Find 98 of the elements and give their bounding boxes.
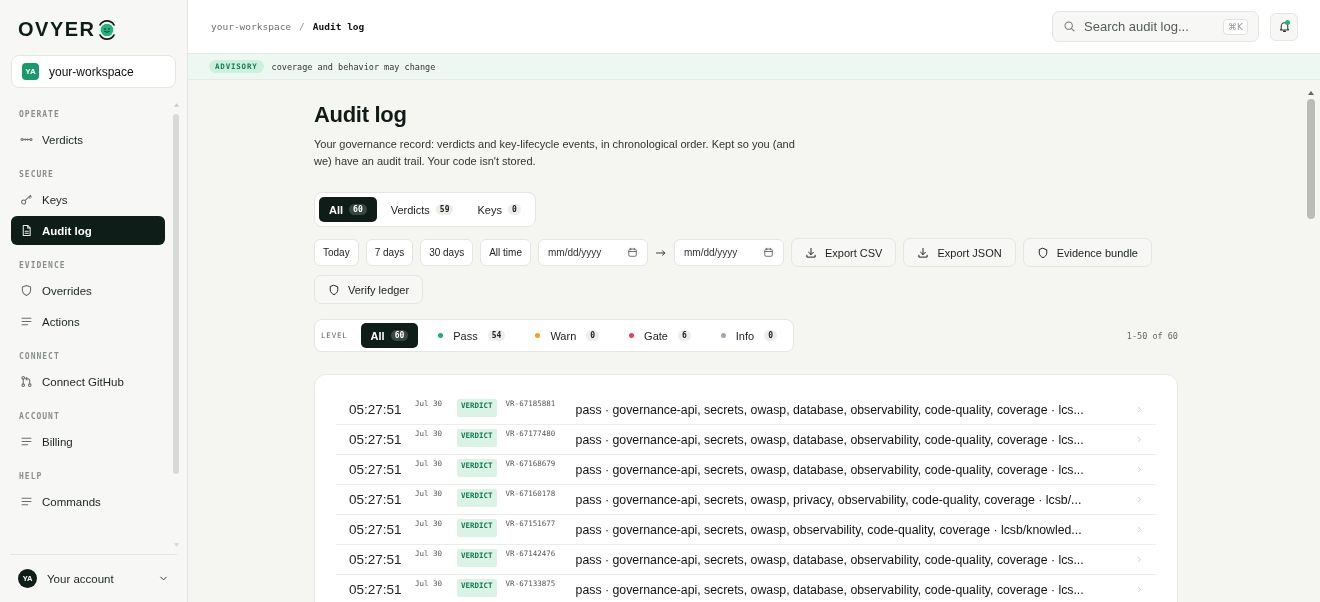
- time-text: 05:27:51: [349, 432, 403, 447]
- summary-text: pass · governance-api, secrets, owasp, observability, code-quality, coverage · lcsb/knowled...: [575, 523, 1083, 537]
- calendar-icon: [763, 247, 774, 258]
- action-button[interactable]: Verify ledger: [314, 275, 424, 304]
- chevron-right-icon: [1135, 435, 1144, 444]
- chevron-right-icon: [1135, 525, 1144, 534]
- scroll-up-icon: [1307, 90, 1315, 96]
- advisory-text: coverage and behavior may change: [271, 61, 436, 72]
- page-title: Audit log: [314, 102, 408, 128]
- level-tab[interactable]: All 60: [360, 323, 419, 348]
- scrollbar-thumb[interactable]: [173, 114, 179, 474]
- nav-item[interactable]: Keys: [11, 185, 165, 214]
- time-text: 05:27:51: [349, 582, 403, 597]
- download-icon: [805, 246, 817, 259]
- count-badge: 60: [390, 330, 409, 341]
- breadcrumb-link[interactable]: your-workspace: [211, 21, 292, 32]
- summary-text: pass · governance-api, secrets, owasp, database, observability, code-quality, coverage · lcs...: [575, 433, 1085, 447]
- chevron-right-icon: [1135, 555, 1144, 564]
- scroll-down-icon: [172, 542, 180, 548]
- count-badge: 0: [586, 330, 600, 341]
- summary-text: pass · governance-api, secrets, owasp, database, observability, code-quality, coverage · lcs...: [575, 553, 1085, 567]
- count-badge: 59: [435, 204, 454, 215]
- date-input[interactable]: mm/dd/yyyy: [684, 247, 753, 258]
- section-label: SECURE: [18, 169, 55, 181]
- workspace-switcher[interactable]: YA your-workspace: [11, 55, 176, 88]
- section-label: ACCOUNT: [18, 411, 61, 423]
- count-badge: 0: [764, 330, 777, 341]
- shield-icon: [1036, 246, 1049, 259]
- logo[interactable]: OVYER: [0, 0, 187, 55]
- bell-icon: [1277, 20, 1291, 33]
- time-text: 05:27:51: [349, 552, 403, 567]
- menu-lines-icon: [20, 435, 33, 448]
- time-text: 05:27:51: [349, 522, 403, 537]
- document-icon: [20, 224, 33, 237]
- key-icon: [20, 193, 33, 206]
- calendar-icon: [627, 247, 638, 258]
- section-label: OPERATE: [18, 109, 61, 121]
- count-badge: 54: [487, 330, 506, 341]
- shield-icon: [328, 283, 340, 296]
- workspace-avatar: YA: [22, 63, 39, 80]
- level-tab[interactable]: Gate 6: [619, 323, 701, 348]
- date-input[interactable]: mm/dd/yyyy: [548, 247, 617, 258]
- nav-item[interactable]: Verdicts: [11, 125, 165, 154]
- nav-item[interactable]: Connect GitHub: [11, 367, 165, 396]
- menu-lines-icon: [20, 495, 33, 508]
- range-button[interactable]: Today: [314, 239, 359, 266]
- chevron-right-icon: [1135, 465, 1144, 474]
- action-button[interactable]: Export JSON: [903, 238, 1016, 267]
- logo-text: OVYER: [18, 18, 96, 41]
- section-label: CONNECT: [18, 351, 61, 363]
- branch-merge-icon: [20, 375, 33, 388]
- breadcrumb-current: Audit log: [312, 21, 365, 32]
- nav-item[interactable]: Commands: [11, 487, 165, 516]
- level-tab[interactable]: Warn 0: [525, 323, 610, 348]
- filter-tab[interactable]: Verdicts 59: [380, 197, 464, 222]
- scrollbar-thumb[interactable]: [1307, 99, 1315, 219]
- summary-text: pass · governance-api, secrets, owasp, database, observability, code-quality, coverage · lcs...: [575, 583, 1085, 597]
- chevron-right-icon: [1135, 405, 1144, 414]
- filter-tab[interactable]: Keys 0: [467, 197, 531, 222]
- nav-item[interactable]: Actions: [11, 307, 165, 336]
- search-icon: [1063, 20, 1076, 33]
- nav-item[interactable]: Overrides: [11, 276, 165, 305]
- filter-tab[interactable]: All 60: [319, 197, 377, 222]
- notifications-button[interactable]: [1270, 12, 1298, 41]
- search-input[interactable]: Search audit log...: [1084, 19, 1216, 34]
- level-tab[interactable]: Pass 54: [428, 323, 516, 348]
- shield-icon: [20, 284, 33, 297]
- count-badge: 60: [349, 204, 367, 215]
- time-text: 05:27:51: [349, 462, 403, 477]
- count-badge: 0: [507, 204, 521, 215]
- pagination-text: 1-50 of 60: [1126, 330, 1178, 341]
- range-button[interactable]: 7 days: [365, 239, 414, 266]
- menu-lines-icon: [20, 315, 33, 328]
- action-button[interactable]: Evidence bundle: [1022, 238, 1152, 267]
- nav-item[interactable]: Billing: [11, 427, 165, 456]
- range-button[interactable]: All time: [480, 239, 531, 266]
- summary-text: pass · governance-api, secrets, owasp, privacy, observability, code-quality, coverage · lcsb/...: [575, 493, 1083, 507]
- chevron-right-icon: [1135, 495, 1144, 504]
- range-button[interactable]: 30 days: [420, 239, 474, 266]
- page-description: Your governance record: verdicts and key-lifecycle events, in chronological order. Kept so you (and we) have an audit trail. Your code isn't stored.: [314, 137, 796, 169]
- chevron-right-icon: [1135, 585, 1144, 594]
- shortcut-hint: ⌘K: [1223, 18, 1248, 35]
- time-text: 05:27:51: [349, 492, 403, 507]
- level-tab[interactable]: Info 0: [710, 323, 787, 348]
- download-icon: [917, 246, 930, 259]
- action-button[interactable]: Export CSV: [791, 238, 897, 267]
- scroll-up-icon: [172, 102, 180, 108]
- date-field[interactable]: mm/dd/yyyy: [538, 239, 648, 266]
- section-label: HELP: [18, 471, 44, 483]
- count-badge: 6: [677, 330, 691, 341]
- date-field[interactable]: mm/dd/yyyy: [674, 239, 784, 266]
- summary-text: pass · governance-api, secrets, owasp, database, observability, code-quality, coverage · lcs...: [575, 463, 1085, 477]
- summary-text: pass · governance-api, secrets, owasp, database, observability, code-quality, coverage · lcs...: [575, 403, 1085, 417]
- breadcrumb-separator: /: [299, 21, 305, 32]
- smiley-logo-icon: [96, 19, 117, 40]
- section-label: EVIDENCE: [18, 260, 67, 272]
- nav-item[interactable]: Audit log: [11, 216, 165, 245]
- time-text: 05:27:51: [349, 402, 403, 417]
